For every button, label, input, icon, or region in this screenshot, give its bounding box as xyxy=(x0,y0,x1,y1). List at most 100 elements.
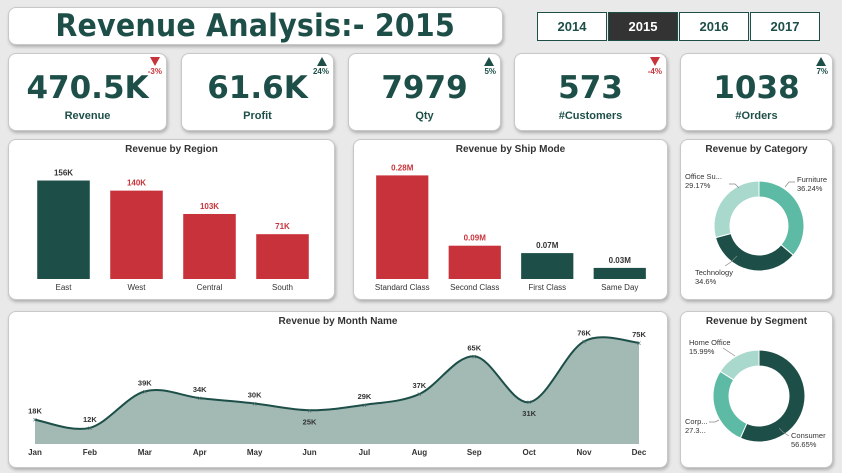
x-tick-label: Standard Class xyxy=(375,283,430,292)
bar xyxy=(593,267,646,279)
x-tick-label: Nov xyxy=(577,448,593,457)
point-marker: × xyxy=(197,394,202,403)
kpi-label: Profit xyxy=(243,110,272,122)
chart-title: Revenue by Segment xyxy=(705,316,808,327)
x-tick-label: Sep xyxy=(467,448,482,457)
x-tick-label: Aug xyxy=(412,448,428,457)
bar xyxy=(521,253,574,279)
kpi-value: 573 xyxy=(558,70,623,106)
data-label: 34K xyxy=(193,385,207,394)
data-label: 103K xyxy=(200,202,219,211)
slice-value-label: 27.3... xyxy=(685,426,706,435)
change-arrow-icon xyxy=(484,57,494,66)
x-tick-label: Apr xyxy=(193,448,207,457)
donut-slice xyxy=(713,180,760,239)
bar xyxy=(448,245,501,279)
chart-title: Revenue by Month Name xyxy=(278,316,398,327)
slice-category-label: Home Office xyxy=(689,338,731,347)
region-bar-chart: 156K East 140K West 103K Central 71K South xyxy=(37,169,309,292)
point-marker: × xyxy=(527,398,532,407)
slice-value-label: 34.6% xyxy=(695,277,717,286)
shipmode-chart-card: Revenue by Ship Mode 0.28M Standard Class… xyxy=(353,139,668,300)
donut-slice xyxy=(719,349,760,381)
leader-line xyxy=(709,419,720,423)
data-label: 18K xyxy=(28,407,42,416)
year-button-2014[interactable]: 2014 xyxy=(537,12,607,41)
title-card: Revenue Analysis:- 2015 xyxy=(8,7,503,45)
x-tick-label: First Class xyxy=(528,283,566,292)
bar xyxy=(376,175,429,279)
point-marker: × xyxy=(417,390,422,399)
data-label: 156K xyxy=(54,169,73,178)
change-arrow-icon xyxy=(150,57,160,66)
year-button-2015[interactable]: 2015 xyxy=(608,12,678,41)
slice-value-label: 56.65% xyxy=(791,440,817,449)
slice-value-label: 15.99% xyxy=(689,347,715,356)
point-marker: × xyxy=(252,400,257,409)
x-tick-label: Jul xyxy=(359,448,371,457)
change-arrow-icon xyxy=(650,57,660,66)
data-label: 29K xyxy=(358,392,372,401)
kpi-card-qty: 5% 7979 Qty xyxy=(348,53,501,131)
kpi-value: 61.6K xyxy=(207,70,308,106)
year-button-2017[interactable]: 2017 xyxy=(750,12,820,41)
x-tick-label: Jun xyxy=(302,448,316,457)
x-tick-label: Second Class xyxy=(450,283,499,292)
point-marker: × xyxy=(307,406,312,415)
data-label: 65K xyxy=(467,343,481,352)
category-chart-card: Revenue by Category Furniture 36.24% Techn… xyxy=(680,139,833,300)
data-label: 0.28M xyxy=(391,163,414,172)
x-tick-label: Mar xyxy=(138,448,152,457)
bar xyxy=(256,234,309,279)
kpi-value: 1038 xyxy=(713,70,800,106)
x-tick-label: May xyxy=(247,448,263,457)
month-area-chart: ×18KJan×12KFeb×39KMar×34KApr×30KMay×25KJ… xyxy=(28,328,647,457)
kpi-label: Revenue xyxy=(64,110,111,122)
x-tick-label: Same Day xyxy=(601,283,638,292)
data-label: 140K xyxy=(127,179,146,188)
kpi-label: #Customers xyxy=(558,110,623,122)
bar xyxy=(37,180,90,279)
slice-category-label: Corp... xyxy=(685,417,708,426)
data-label: 0.03M xyxy=(609,256,632,265)
slice-value-label: 36.24% xyxy=(797,184,823,193)
point-marker: × xyxy=(88,424,93,433)
chart-title: Revenue by Category xyxy=(705,144,808,155)
slice-category-label: Technology xyxy=(695,268,733,277)
x-tick-label: Oct xyxy=(523,448,537,457)
point-marker: × xyxy=(142,387,147,396)
data-label: 76K xyxy=(577,328,591,337)
slice-category-label: Office Su... xyxy=(685,172,722,181)
x-tick-label: West xyxy=(127,283,146,292)
data-label: 0.09M xyxy=(464,234,487,243)
point-marker: × xyxy=(582,337,587,346)
year-button-2016[interactable]: 2016 xyxy=(679,12,749,41)
slice-category-label: Furniture xyxy=(797,175,827,184)
point-marker: × xyxy=(637,339,642,348)
x-tick-label: Central xyxy=(197,283,223,292)
data-label: 75K xyxy=(632,330,646,339)
segment-chart-card: Revenue by Segment Consumer 56.65% Corp...… xyxy=(680,311,833,468)
area-fill xyxy=(35,337,639,444)
change-arrow-icon xyxy=(317,57,327,66)
leader-line xyxy=(784,181,795,188)
data-label: 31K xyxy=(522,409,536,418)
data-label: 37K xyxy=(412,381,426,390)
data-label: 25K xyxy=(303,417,317,426)
bar xyxy=(110,190,163,279)
x-tick-label: Dec xyxy=(632,448,647,457)
kpi-value: 7979 xyxy=(381,70,468,106)
chart-title: Revenue by Ship Mode xyxy=(455,144,566,155)
x-tick-label: South xyxy=(272,283,293,292)
donut-slice xyxy=(714,232,794,272)
category-donut-chart: Furniture36.24% Technology34.6% Office Su.… xyxy=(685,172,827,286)
x-tick-label: East xyxy=(55,283,72,292)
data-label: 12K xyxy=(83,415,97,424)
kpi-label: Qty xyxy=(415,110,434,122)
kpi-card-revenue: -3% 470.5K Revenue xyxy=(8,53,167,131)
x-tick-label: Jan xyxy=(28,448,42,457)
shipmode-bar-chart: 0.28M Standard Class 0.09M Second Class 0.07… xyxy=(375,163,646,292)
page-title: Revenue Analysis:- 2015 xyxy=(55,8,456,44)
change-arrow-icon xyxy=(816,57,826,66)
leader-line xyxy=(722,347,736,357)
